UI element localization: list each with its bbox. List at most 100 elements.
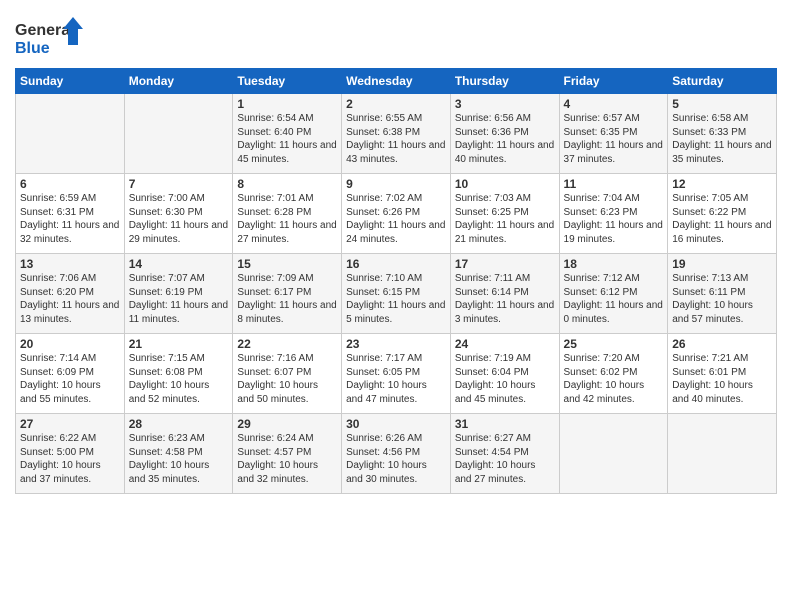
day-number: 17 bbox=[455, 257, 555, 271]
day-info: Sunrise: 7:17 AMSunset: 6:05 PMDaylight:… bbox=[346, 352, 446, 406]
day-number: 12 bbox=[672, 177, 772, 191]
calendar-cell: 7Sunrise: 7:00 AMSunset: 6:30 PMDaylight… bbox=[124, 174, 233, 254]
calendar-header-row: Sunday Monday Tuesday Wednesday Thursday… bbox=[16, 69, 777, 94]
calendar-cell: 6Sunrise: 6:59 AMSunset: 6:31 PMDaylight… bbox=[16, 174, 125, 254]
day-number: 15 bbox=[237, 257, 337, 271]
col-sunday: Sunday bbox=[16, 69, 125, 94]
day-info: Sunrise: 7:05 AMSunset: 6:22 PMDaylight:… bbox=[672, 192, 772, 246]
calendar-cell: 15Sunrise: 7:09 AMSunset: 6:17 PMDayligh… bbox=[233, 254, 342, 334]
day-info: Sunrise: 6:58 AMSunset: 6:33 PMDaylight:… bbox=[672, 112, 772, 166]
day-number: 1 bbox=[237, 97, 337, 111]
calendar-cell: 26Sunrise: 7:21 AMSunset: 6:01 PMDayligh… bbox=[668, 334, 777, 414]
day-number: 20 bbox=[20, 337, 120, 351]
day-info: Sunrise: 7:03 AMSunset: 6:25 PMDaylight:… bbox=[455, 192, 555, 246]
day-number: 6 bbox=[20, 177, 120, 191]
day-number: 5 bbox=[672, 97, 772, 111]
day-info: Sunrise: 7:19 AMSunset: 6:04 PMDaylight:… bbox=[455, 352, 555, 406]
calendar-cell: 11Sunrise: 7:04 AMSunset: 6:23 PMDayligh… bbox=[559, 174, 668, 254]
day-info: Sunrise: 6:55 AMSunset: 6:38 PMDaylight:… bbox=[346, 112, 446, 166]
calendar-cell bbox=[559, 414, 668, 494]
day-number: 28 bbox=[129, 417, 229, 431]
col-thursday: Thursday bbox=[450, 69, 559, 94]
day-info: Sunrise: 7:09 AMSunset: 6:17 PMDaylight:… bbox=[237, 272, 337, 326]
day-info: Sunrise: 6:56 AMSunset: 6:36 PMDaylight:… bbox=[455, 112, 555, 166]
calendar-cell bbox=[668, 414, 777, 494]
calendar-cell: 18Sunrise: 7:12 AMSunset: 6:12 PMDayligh… bbox=[559, 254, 668, 334]
col-tuesday: Tuesday bbox=[233, 69, 342, 94]
calendar-cell: 3Sunrise: 6:56 AMSunset: 6:36 PMDaylight… bbox=[450, 94, 559, 174]
day-number: 21 bbox=[129, 337, 229, 351]
day-number: 4 bbox=[564, 97, 664, 111]
logo-svg: General Blue bbox=[15, 15, 85, 60]
svg-text:Blue: Blue bbox=[15, 40, 50, 57]
day-number: 24 bbox=[455, 337, 555, 351]
calendar-week-row: 1Sunrise: 6:54 AMSunset: 6:40 PMDaylight… bbox=[16, 94, 777, 174]
day-number: 26 bbox=[672, 337, 772, 351]
day-number: 25 bbox=[564, 337, 664, 351]
calendar-cell: 23Sunrise: 7:17 AMSunset: 6:05 PMDayligh… bbox=[342, 334, 451, 414]
day-info: Sunrise: 7:10 AMSunset: 6:15 PMDaylight:… bbox=[346, 272, 446, 326]
calendar-cell: 4Sunrise: 6:57 AMSunset: 6:35 PMDaylight… bbox=[559, 94, 668, 174]
calendar-cell: 8Sunrise: 7:01 AMSunset: 6:28 PMDaylight… bbox=[233, 174, 342, 254]
calendar-cell: 2Sunrise: 6:55 AMSunset: 6:38 PMDaylight… bbox=[342, 94, 451, 174]
day-info: Sunrise: 6:23 AMSunset: 4:58 PMDaylight:… bbox=[129, 432, 229, 486]
calendar-cell: 28Sunrise: 6:23 AMSunset: 4:58 PMDayligh… bbox=[124, 414, 233, 494]
calendar-cell: 17Sunrise: 7:11 AMSunset: 6:14 PMDayligh… bbox=[450, 254, 559, 334]
calendar-cell: 30Sunrise: 6:26 AMSunset: 4:56 PMDayligh… bbox=[342, 414, 451, 494]
day-info: Sunrise: 7:16 AMSunset: 6:07 PMDaylight:… bbox=[237, 352, 337, 406]
svg-text:General: General bbox=[15, 22, 75, 39]
day-number: 31 bbox=[455, 417, 555, 431]
day-number: 8 bbox=[237, 177, 337, 191]
day-number: 13 bbox=[20, 257, 120, 271]
calendar-cell: 16Sunrise: 7:10 AMSunset: 6:15 PMDayligh… bbox=[342, 254, 451, 334]
day-number: 30 bbox=[346, 417, 446, 431]
calendar-week-row: 13Sunrise: 7:06 AMSunset: 6:20 PMDayligh… bbox=[16, 254, 777, 334]
day-info: Sunrise: 6:57 AMSunset: 6:35 PMDaylight:… bbox=[564, 112, 664, 166]
calendar-cell: 13Sunrise: 7:06 AMSunset: 6:20 PMDayligh… bbox=[16, 254, 125, 334]
day-info: Sunrise: 7:04 AMSunset: 6:23 PMDaylight:… bbox=[564, 192, 664, 246]
day-number: 23 bbox=[346, 337, 446, 351]
day-number: 11 bbox=[564, 177, 664, 191]
calendar-cell: 22Sunrise: 7:16 AMSunset: 6:07 PMDayligh… bbox=[233, 334, 342, 414]
col-monday: Monday bbox=[124, 69, 233, 94]
calendar-week-row: 20Sunrise: 7:14 AMSunset: 6:09 PMDayligh… bbox=[16, 334, 777, 414]
day-number: 18 bbox=[564, 257, 664, 271]
day-number: 27 bbox=[20, 417, 120, 431]
header: General Blue bbox=[15, 10, 777, 60]
day-number: 7 bbox=[129, 177, 229, 191]
calendar-cell bbox=[16, 94, 125, 174]
calendar-cell: 21Sunrise: 7:15 AMSunset: 6:08 PMDayligh… bbox=[124, 334, 233, 414]
day-number: 19 bbox=[672, 257, 772, 271]
day-info: Sunrise: 7:01 AMSunset: 6:28 PMDaylight:… bbox=[237, 192, 337, 246]
calendar-cell: 24Sunrise: 7:19 AMSunset: 6:04 PMDayligh… bbox=[450, 334, 559, 414]
calendar-week-row: 27Sunrise: 6:22 AMSunset: 5:00 PMDayligh… bbox=[16, 414, 777, 494]
calendar-cell: 27Sunrise: 6:22 AMSunset: 5:00 PMDayligh… bbox=[16, 414, 125, 494]
calendar-cell: 9Sunrise: 7:02 AMSunset: 6:26 PMDaylight… bbox=[342, 174, 451, 254]
day-info: Sunrise: 6:24 AMSunset: 4:57 PMDaylight:… bbox=[237, 432, 337, 486]
day-number: 2 bbox=[346, 97, 446, 111]
day-info: Sunrise: 7:11 AMSunset: 6:14 PMDaylight:… bbox=[455, 272, 555, 326]
day-number: 14 bbox=[129, 257, 229, 271]
day-number: 9 bbox=[346, 177, 446, 191]
day-info: Sunrise: 6:26 AMSunset: 4:56 PMDaylight:… bbox=[346, 432, 446, 486]
logo: General Blue bbox=[15, 15, 85, 60]
calendar-cell: 20Sunrise: 7:14 AMSunset: 6:09 PMDayligh… bbox=[16, 334, 125, 414]
day-number: 3 bbox=[455, 97, 555, 111]
day-number: 10 bbox=[455, 177, 555, 191]
day-info: Sunrise: 7:02 AMSunset: 6:26 PMDaylight:… bbox=[346, 192, 446, 246]
day-info: Sunrise: 7:20 AMSunset: 6:02 PMDaylight:… bbox=[564, 352, 664, 406]
day-info: Sunrise: 6:59 AMSunset: 6:31 PMDaylight:… bbox=[20, 192, 120, 246]
calendar-table: Sunday Monday Tuesday Wednesday Thursday… bbox=[15, 68, 777, 494]
col-saturday: Saturday bbox=[668, 69, 777, 94]
calendar-cell: 14Sunrise: 7:07 AMSunset: 6:19 PMDayligh… bbox=[124, 254, 233, 334]
day-info: Sunrise: 7:21 AMSunset: 6:01 PMDaylight:… bbox=[672, 352, 772, 406]
calendar-cell: 29Sunrise: 6:24 AMSunset: 4:57 PMDayligh… bbox=[233, 414, 342, 494]
day-info: Sunrise: 7:13 AMSunset: 6:11 PMDaylight:… bbox=[672, 272, 772, 326]
day-number: 22 bbox=[237, 337, 337, 351]
day-number: 29 bbox=[237, 417, 337, 431]
calendar-cell: 5Sunrise: 6:58 AMSunset: 6:33 PMDaylight… bbox=[668, 94, 777, 174]
calendar-cell: 1Sunrise: 6:54 AMSunset: 6:40 PMDaylight… bbox=[233, 94, 342, 174]
calendar-cell: 10Sunrise: 7:03 AMSunset: 6:25 PMDayligh… bbox=[450, 174, 559, 254]
calendar-cell bbox=[124, 94, 233, 174]
calendar-week-row: 6Sunrise: 6:59 AMSunset: 6:31 PMDaylight… bbox=[16, 174, 777, 254]
